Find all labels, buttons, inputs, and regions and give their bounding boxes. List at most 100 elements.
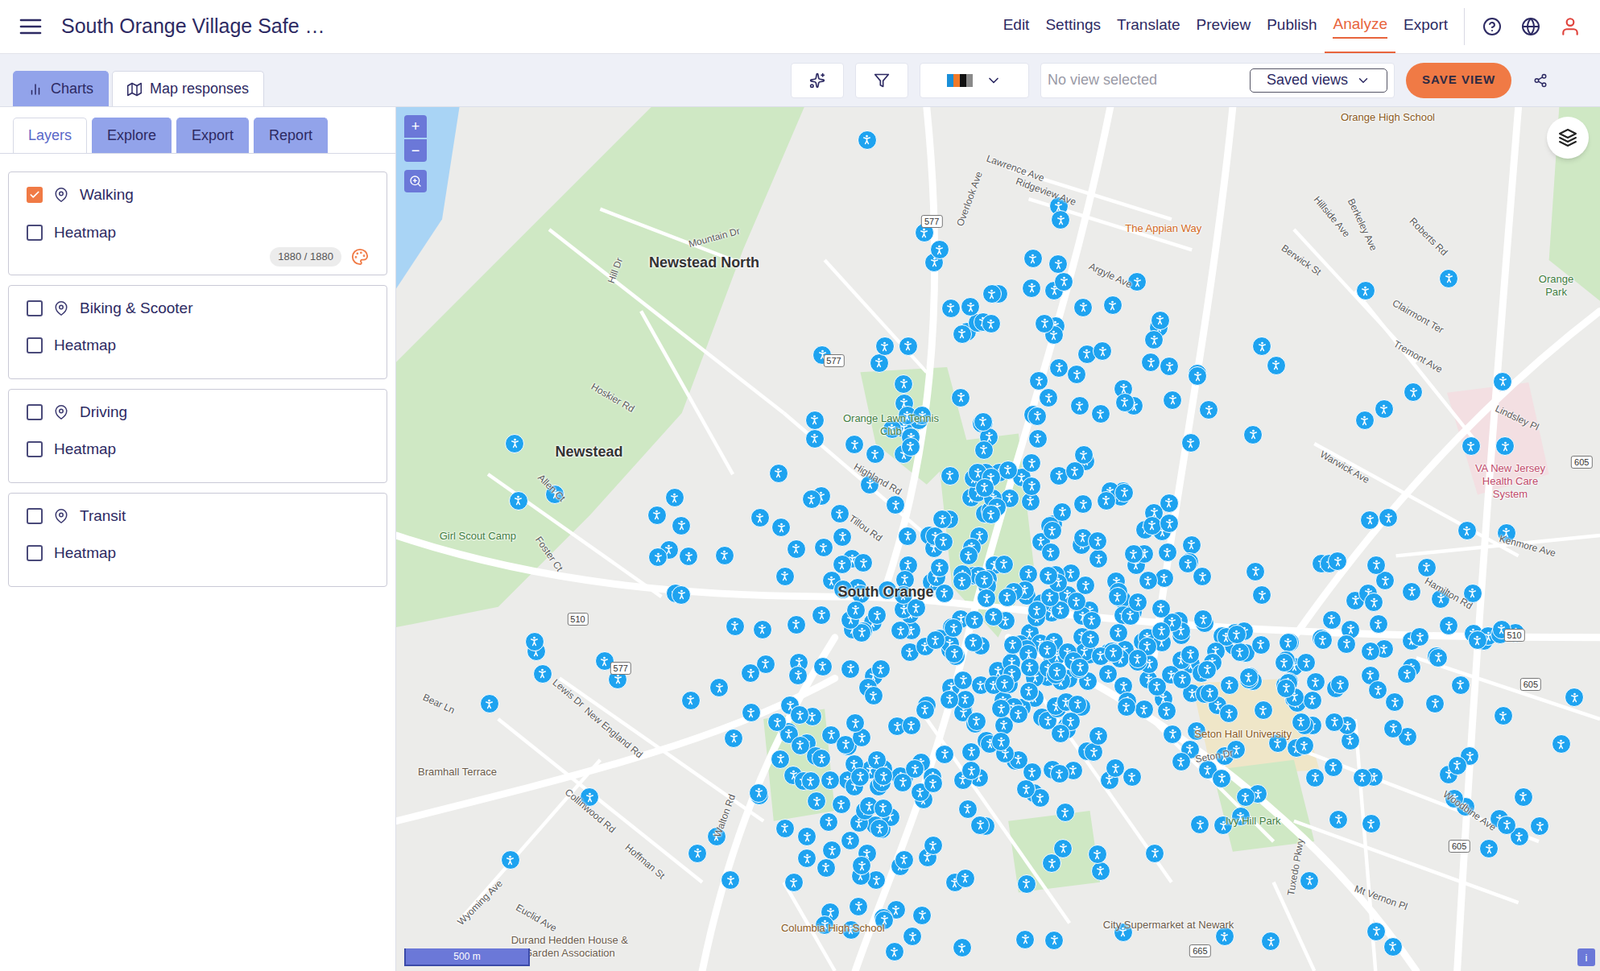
map-pin[interactable] bbox=[814, 537, 834, 558]
help-icon[interactable] bbox=[1482, 16, 1502, 37]
map-pin[interactable] bbox=[1054, 272, 1074, 292]
nav-item[interactable]: Export bbox=[1395, 0, 1456, 54]
map-pin[interactable] bbox=[934, 532, 954, 552]
palette-icon[interactable] bbox=[351, 248, 369, 266]
map-pin[interactable] bbox=[1336, 634, 1357, 654]
map-pin[interactable] bbox=[1457, 520, 1477, 541]
map-pin[interactable] bbox=[953, 670, 973, 691]
layers-button[interactable] bbox=[1546, 116, 1589, 159]
map-pin[interactable] bbox=[681, 690, 701, 711]
map-pin[interactable] bbox=[1091, 404, 1111, 424]
info-button[interactable]: i bbox=[1577, 948, 1596, 967]
map-pin[interactable] bbox=[1115, 392, 1135, 413]
map-pin[interactable] bbox=[1041, 542, 1061, 563]
heatmap-row[interactable]: Heatmap bbox=[26, 334, 369, 358]
layer-row[interactable]: Biking & Scooter bbox=[26, 297, 369, 321]
map-pin[interactable] bbox=[1496, 815, 1517, 836]
map-pin[interactable] bbox=[1087, 531, 1108, 551]
layer-checkbox[interactable] bbox=[26, 508, 43, 525]
map-pin[interactable] bbox=[818, 812, 839, 832]
map-pin[interactable] bbox=[479, 694, 500, 714]
map-pin[interactable] bbox=[1425, 694, 1445, 714]
map-pin[interactable] bbox=[873, 798, 894, 819]
map-pin[interactable] bbox=[901, 437, 921, 457]
map-pin[interactable] bbox=[869, 353, 889, 373]
map-pin[interactable] bbox=[830, 504, 850, 524]
map-pin[interactable] bbox=[1103, 295, 1123, 315]
map-pin[interactable] bbox=[1324, 712, 1344, 732]
heatmap-row[interactable]: Heatmap bbox=[26, 541, 369, 566]
map-pin[interactable] bbox=[788, 665, 808, 686]
map-pin[interactable] bbox=[1044, 930, 1064, 951]
map-pin[interactable] bbox=[1087, 844, 1108, 865]
heatmap-checkbox[interactable] bbox=[26, 337, 43, 354]
map-pin[interactable] bbox=[1187, 366, 1208, 386]
map-pin[interactable] bbox=[875, 336, 895, 356]
map-pin[interactable] bbox=[1451, 675, 1471, 695]
map-pin[interactable] bbox=[1296, 653, 1316, 673]
map-pin[interactable] bbox=[1092, 341, 1113, 361]
map-pin[interactable] bbox=[975, 478, 995, 498]
map-pin[interactable] bbox=[934, 583, 955, 604]
map-pin[interactable] bbox=[983, 607, 1004, 627]
map-pin[interactable] bbox=[1227, 624, 1247, 645]
map-pin[interactable] bbox=[1066, 364, 1087, 385]
map-pin[interactable] bbox=[1299, 871, 1319, 891]
map-pin[interactable] bbox=[930, 239, 950, 260]
map-pin[interactable] bbox=[820, 770, 840, 790]
map-pin[interactable] bbox=[840, 831, 860, 851]
map-pin[interactable] bbox=[1493, 706, 1514, 726]
map-pin[interactable] bbox=[723, 728, 744, 749]
map-pin[interactable] bbox=[832, 527, 852, 547]
map-pin[interactable] bbox=[1141, 352, 1161, 373]
panel-tab[interactable]: Explore bbox=[91, 117, 172, 153]
map-pin[interactable] bbox=[811, 605, 832, 625]
map-pin[interactable] bbox=[813, 657, 833, 677]
map-pin[interactable] bbox=[982, 284, 1002, 304]
map-pin[interactable] bbox=[961, 742, 981, 762]
map-pin[interactable] bbox=[865, 444, 885, 464]
map-pin[interactable] bbox=[923, 835, 943, 856]
map-pin[interactable] bbox=[1564, 687, 1584, 707]
map-pin[interactable] bbox=[1096, 491, 1117, 511]
map-pin[interactable] bbox=[902, 926, 922, 947]
map-pin[interactable] bbox=[973, 412, 993, 432]
map-pin[interactable] bbox=[840, 659, 860, 679]
map-pin[interactable] bbox=[750, 508, 770, 528]
map-pin[interactable] bbox=[848, 897, 869, 917]
map-pin[interactable] bbox=[1274, 653, 1295, 673]
globe-icon[interactable] bbox=[1521, 16, 1541, 37]
map-pin[interactable] bbox=[1028, 429, 1048, 449]
map-pin[interactable] bbox=[885, 495, 906, 515]
map-pin[interactable] bbox=[871, 659, 891, 679]
map-pin[interactable] bbox=[864, 686, 884, 706]
map-pin[interactable] bbox=[1360, 641, 1381, 662]
map-pin[interactable] bbox=[797, 826, 817, 847]
map-pin[interactable] bbox=[1192, 566, 1212, 587]
map-pin[interactable] bbox=[525, 632, 545, 652]
map-pin[interactable] bbox=[1114, 483, 1134, 503]
map-pin[interactable] bbox=[1159, 356, 1179, 377]
map-pin[interactable] bbox=[930, 558, 950, 578]
map-pin[interactable] bbox=[846, 600, 866, 621]
map-pin[interactable] bbox=[725, 616, 745, 637]
map-pin[interactable] bbox=[805, 410, 825, 430]
map-pin[interactable] bbox=[1403, 382, 1423, 402]
map-pin[interactable] bbox=[1021, 278, 1042, 298]
map-pin[interactable] bbox=[901, 715, 922, 736]
view-tab[interactable]: Map responses bbox=[111, 70, 265, 107]
map-pin[interactable] bbox=[1151, 599, 1171, 619]
map-pin[interactable] bbox=[1066, 591, 1087, 612]
map-pin[interactable] bbox=[1305, 768, 1325, 788]
map-pin[interactable] bbox=[1108, 587, 1128, 607]
map-pin[interactable] bbox=[1088, 549, 1109, 569]
map-pin[interactable] bbox=[1409, 627, 1430, 647]
map-pin[interactable] bbox=[1134, 699, 1154, 720]
map-pin[interactable] bbox=[770, 749, 790, 769]
map-pin[interactable] bbox=[1219, 675, 1240, 695]
map-pin[interactable] bbox=[1151, 621, 1171, 641]
heatmap-checkbox[interactable] bbox=[26, 441, 43, 458]
map-pin[interactable] bbox=[771, 517, 791, 538]
map-pin[interactable] bbox=[1055, 802, 1075, 823]
map-pin[interactable] bbox=[1461, 436, 1481, 456]
